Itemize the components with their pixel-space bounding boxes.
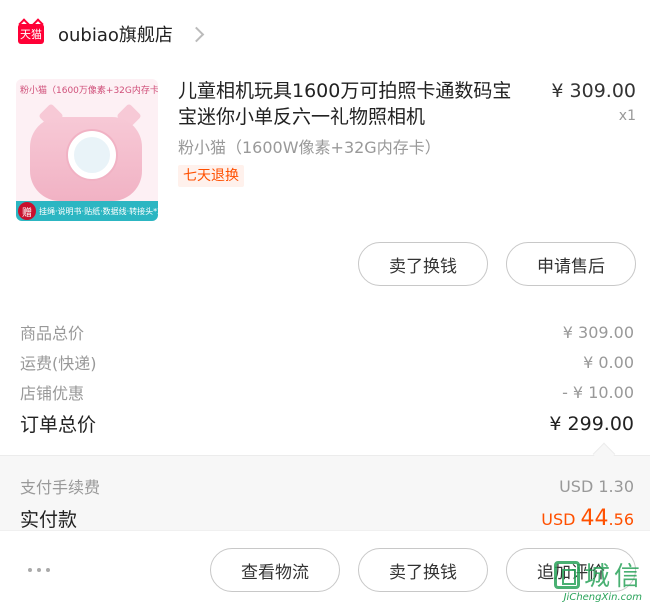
- product-title[interactable]: 儿童相机玩具1600万可拍照卡通数码宝宝迷你小单反六一礼物照相机: [178, 78, 528, 130]
- sell-bottom-button[interactable]: 卖了换钱: [358, 548, 488, 592]
- paid-row: 实付款 USD 44.56: [20, 505, 634, 532]
- paid-label: 实付款: [20, 509, 78, 531]
- tmall-logo-icon: 天猫: [18, 24, 44, 44]
- subtotal-label: 商品总价: [20, 324, 85, 343]
- return-policy-tag: 七天退换: [178, 165, 244, 187]
- view-logistics-button[interactable]: 查看物流: [210, 548, 340, 592]
- sell-button[interactable]: 卖了换钱: [358, 242, 488, 286]
- subtotal-row: 商品总价 ¥ 309.00: [20, 320, 634, 344]
- ribbon-text: 挂绳·说明书·贴纸·数据线·转接头*2: [39, 206, 158, 216]
- shipping-label: 运费(快递): [20, 354, 97, 373]
- order-total-label: 订单总价: [20, 414, 97, 436]
- product-quantity: x1: [618, 108, 636, 124]
- discount-label: 店铺优惠: [20, 384, 85, 403]
- paid-value: USD 44.56: [541, 506, 634, 531]
- discount-value: - ¥ 10.00: [562, 382, 634, 402]
- watermark: 城信: [553, 556, 644, 593]
- chevron-right-icon: [188, 26, 205, 42]
- store-name[interactable]: oubiao旗舰店: [58, 21, 173, 47]
- camera-lens: [68, 131, 116, 179]
- after-sale-button[interactable]: 申请售后: [506, 242, 636, 286]
- paid-currency: USD: [541, 510, 576, 529]
- shipping-value: ¥ 0.00: [583, 352, 634, 372]
- watermark-text: 城信: [583, 562, 644, 592]
- subtotal-value: ¥ 309.00: [562, 322, 634, 342]
- product-price: ¥ 309.00: [551, 80, 636, 102]
- gift-badge: 赠: [18, 202, 36, 220]
- fee-label: 支付手续费: [20, 478, 101, 497]
- paid-decimal: .56: [608, 510, 634, 529]
- order-total-row: 订单总价 ¥ 299.00: [20, 410, 634, 437]
- product-image-caption: 粉小猫（1600万像素+32G内存卡）: [20, 86, 158, 96]
- order-total-value: ¥ 299.00: [549, 412, 634, 435]
- product-image-ribbon: 赠 挂绳·说明书·贴纸·数据线·转接头*2: [16, 201, 158, 221]
- discount-row: 店铺优惠 - ¥ 10.00: [20, 380, 634, 404]
- product-sku: 粉小猫（1600W像素+32G内存卡）: [178, 138, 441, 157]
- more-icon[interactable]: [28, 568, 50, 572]
- watermark-url: JiChengXin.com: [563, 592, 642, 603]
- shipping-row: 运费(快递) ¥ 0.00: [20, 350, 634, 374]
- fee-row: 支付手续费 USD 1.30: [20, 474, 634, 498]
- product-image[interactable]: 粉小猫（1600万像素+32G内存卡） 赠 挂绳·说明书·贴纸·数据线·转接头*…: [16, 79, 158, 221]
- store-header[interactable]: 天猫 oubiao旗舰店: [18, 18, 205, 50]
- paid-integer: 44: [580, 506, 609, 531]
- watermark-logo-icon: [553, 560, 580, 589]
- fee-value: USD 1.30: [559, 476, 634, 496]
